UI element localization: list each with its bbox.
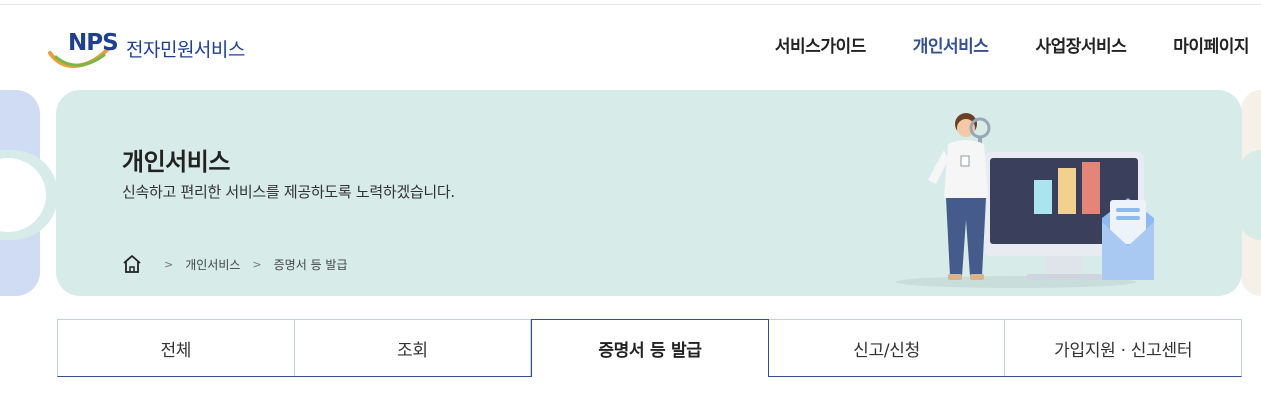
site-logo[interactable]: NPS 전자민원서비스	[48, 26, 245, 74]
chevron-right-icon: >	[164, 257, 174, 271]
tab-certificate-issuance[interactable]: 증명서 등 발급	[531, 319, 769, 377]
logo-service-name: 전자민원서비스	[126, 38, 245, 61]
nav-item-business-service[interactable]: 사업장서비스	[1035, 32, 1126, 57]
nav-item-my-page[interactable]: 마이페이지	[1173, 32, 1249, 57]
top-divider	[0, 4, 1261, 5]
tab-report-application[interactable]: 신고/신청	[769, 320, 1006, 376]
category-tabs: 전체 조회 증명서 등 발급 신고/신청 가입지원 · 신고센터	[57, 319, 1242, 377]
page-subtitle: 신속하고 편리한 서비스를 제공하도록 노력하겠습니다.	[122, 183, 455, 201]
tab-subscription-support[interactable]: 가입지원 · 신고센터	[1005, 320, 1241, 376]
nav-item-personal-service[interactable]: 개인서비스	[913, 32, 989, 57]
logo-nps-text: NPS	[68, 30, 119, 56]
home-icon[interactable]	[122, 254, 142, 274]
chevron-right-icon: >	[252, 257, 262, 271]
breadcrumb: > 개인서비스 > 증명서 등 발급	[122, 254, 348, 274]
tab-inquiry[interactable]: 조회	[295, 320, 532, 376]
nav-item-service-guide[interactable]: 서비스가이드	[775, 32, 866, 57]
nps-logo-mark: NPS	[48, 27, 130, 73]
page-banner: 개인서비스 신속하고 편리한 서비스를 제공하도록 노력하겠습니다. > 개인서…	[56, 90, 1242, 296]
global-nav: 서비스가이드 개인서비스 사업장서비스 마이페이지	[728, 32, 1250, 57]
breadcrumb-item-certificate[interactable]: 증명서 등 발급	[274, 256, 348, 273]
tab-all[interactable]: 전체	[58, 320, 295, 376]
page-title: 개인서비스	[122, 148, 230, 176]
next-banner-wave	[1239, 150, 1261, 240]
prev-banner-wave	[0, 150, 58, 240]
banner-illustration	[896, 113, 1154, 288]
breadcrumb-item-personal-service[interactable]: 개인서비스	[185, 256, 240, 273]
